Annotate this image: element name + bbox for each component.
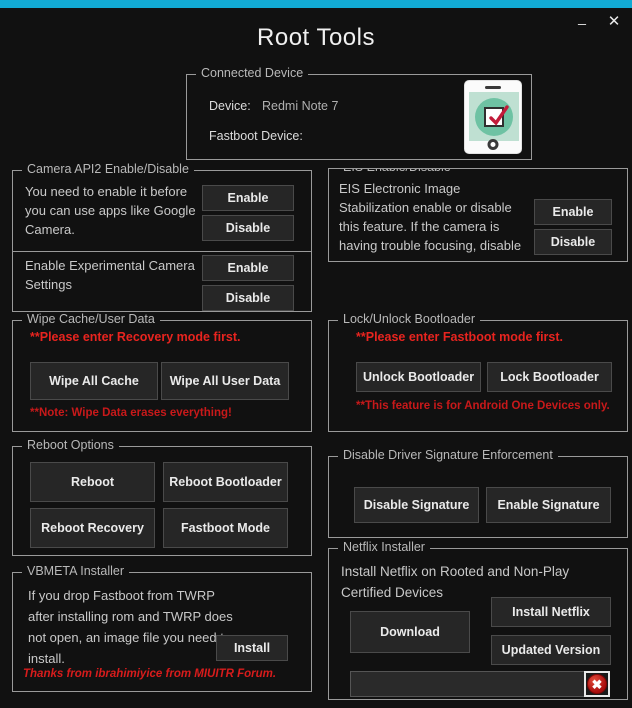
unlock-bootloader-button[interactable]: Unlock Bootloader [356,362,481,392]
reboot-recovery-button[interactable]: Reboot Recovery [30,508,155,548]
phone-check-icon [464,80,522,154]
wipe-all-user-data-button[interactable]: Wipe All User Data [161,362,289,400]
root-tools-window: _ ✕ Root Tools Connected Device Device: … [0,0,632,708]
reboot-button[interactable]: Reboot [30,462,155,502]
camera-api2-description: You need to enable it before you can use… [25,184,196,237]
experimental-camera-disable-button[interactable]: Disable [202,285,294,311]
netflix-download-button[interactable]: Download [350,611,470,653]
eis-description: EIS Electronic Image Stabilization enabl… [339,181,522,253]
netflix-updated-version-button[interactable]: Updated Version [491,635,611,665]
camera-api2-group: Camera API2 Enable/Disable You need to e… [12,162,312,252]
wipe-group: Wipe Cache/User Data **Please enter Reco… [12,312,312,432]
device-label: Device: [209,99,251,113]
device-value: Redmi Note 7 [262,99,339,113]
fastboot-mode-button[interactable]: Fastboot Mode [163,508,288,548]
eis-legend: EIS Enable/Disable [338,169,456,174]
checkmark-icon [484,104,509,127]
lock-bootloader-button[interactable]: Lock Bootloader [487,362,612,392]
bootloader-group: Lock/Unlock Bootloader **Please enter Fa… [328,312,628,432]
wipe-all-cache-button[interactable]: Wipe All Cache [30,362,158,400]
connected-device-group: Connected Device Device: Redmi Note 7 Fa… [186,66,532,160]
eis-disable-button[interactable]: Disable [534,229,612,255]
netflix-install-button[interactable]: Install Netflix [491,597,611,627]
reboot-bootloader-button[interactable]: Reboot Bootloader [163,462,288,502]
enable-signature-button[interactable]: Enable Signature [486,487,611,523]
camera-api2-disable-button[interactable]: Disable [202,215,294,241]
clear-error-icon[interactable]: ✖ [584,671,610,697]
accent-bar [0,0,632,8]
vbmeta-install-button[interactable]: Install [216,635,288,661]
driver-signature-legend: Disable Driver Signature Enforcement [338,448,558,462]
wipe-legend: Wipe Cache/User Data [22,312,160,326]
camera-api2-enable-button[interactable]: Enable [202,185,294,211]
page-title: Root Tools [257,24,375,51]
camera-api2-legend: Camera API2 Enable/Disable [22,162,194,176]
reboot-group: Reboot Options Reboot Reboot Bootloader … [12,438,312,556]
netflix-legend: Netflix Installer [338,540,430,554]
phone-home-button-icon [487,139,499,150]
vbmeta-legend: VBMETA Installer [22,564,130,578]
bootloader-note: **This feature is for Android One Device… [356,400,610,412]
netflix-group: Netflix Installer Install Netflix on Roo… [328,540,628,700]
phone-screen [469,92,519,141]
bootloader-legend: Lock/Unlock Bootloader [338,312,481,326]
experimental-camera-description: Enable Experimental Camera Settings [25,258,195,292]
experimental-camera-group: Enable Experimental Camera Settings Enab… [12,252,312,312]
wipe-warning: **Please enter Recovery mode first. [30,330,241,344]
phone-speaker-icon [485,86,501,89]
disable-signature-button[interactable]: Disable Signature [354,487,479,523]
fastboot-device-label: Fastboot Device: [209,129,303,143]
vbmeta-description: If you drop Fastboot from TWRP after ins… [28,588,233,666]
vbmeta-group: VBMETA Installer If you drop Fastboot fr… [12,564,312,692]
vbmeta-credit: Thanks from ibrahimiyice from MIUITR For… [23,668,277,680]
driver-signature-group: Disable Driver Signature Enforcement Dis… [328,448,628,538]
wipe-note: **Note: Wipe Data erases everything! [30,407,232,419]
reboot-legend: Reboot Options [22,438,119,452]
clear-error-glyph: ✖ [587,674,607,694]
eis-enable-button[interactable]: Enable [534,199,612,225]
connected-device-legend: Connected Device [196,66,309,80]
experimental-camera-enable-button[interactable]: Enable [202,255,294,281]
eis-group: EIS Enable/Disable EIS Electronic Image … [328,168,628,262]
netflix-path-input[interactable] [350,671,610,697]
phone-status-circle [475,97,513,136]
bootloader-warning: **Please enter Fastboot mode first. [356,330,564,344]
